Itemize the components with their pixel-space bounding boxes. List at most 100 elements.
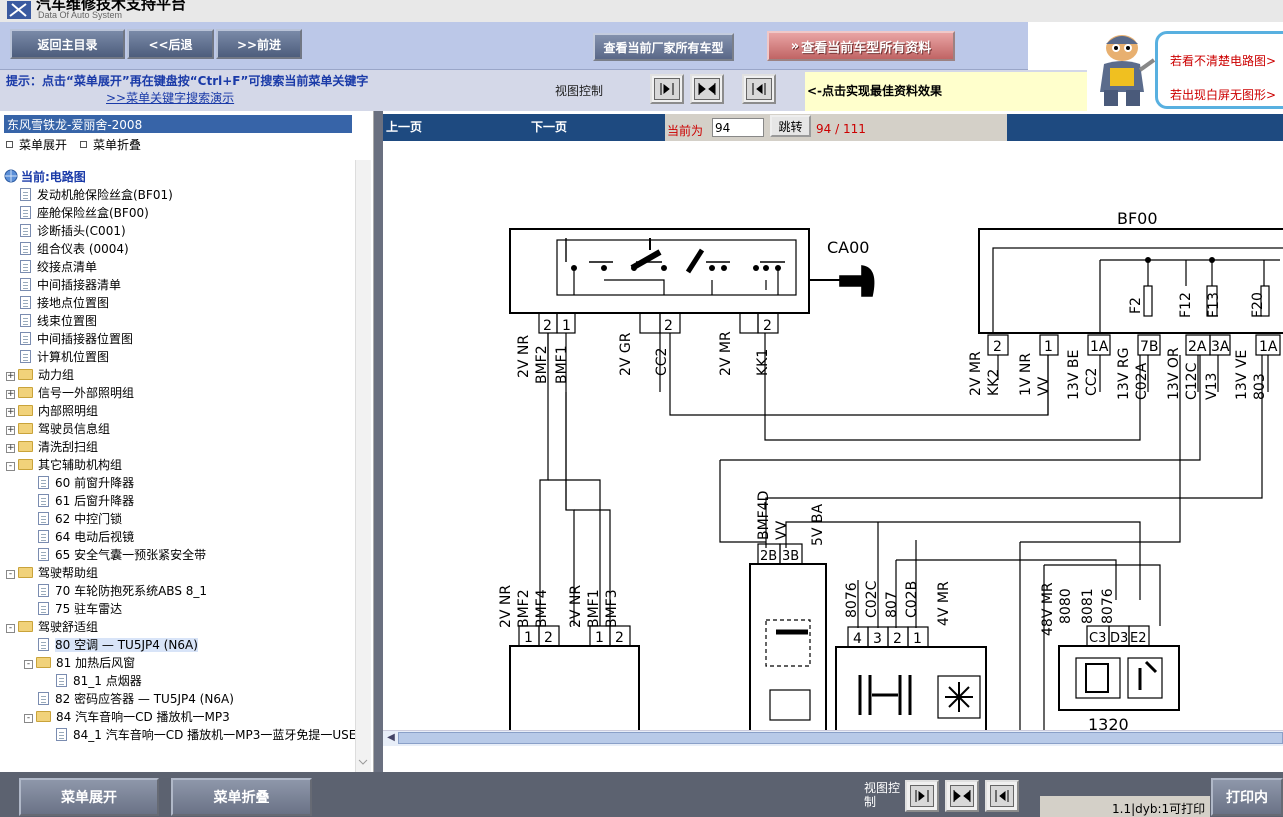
collapse-icon[interactable]: - [6,570,15,579]
wire-label: CC2 [654,348,670,376]
print-status: 1.1|dyb:1可打印 [1112,802,1206,816]
forward-button[interactable]: >>前进 [216,29,302,59]
vehicle-title: 东风雪铁龙-爱丽舍-2008 [4,115,352,133]
wire-label: 13V BE [1066,350,1082,400]
view-fit-right-button[interactable] [650,74,684,104]
pin-label: 2 [543,318,552,334]
tree-folder[interactable]: + 内部照明组 [6,402,98,420]
all-makers-button[interactable]: 查看当前厂家所有车型 [593,33,734,61]
hscroll-thumb[interactable] [398,732,1283,744]
tree-item[interactable]: 82 密码应答器 — TU5JP4 (N6A) [38,690,234,708]
expand-icon[interactable]: + [6,372,15,381]
tree-item-label: 动力组 [38,368,75,382]
wire-label: BMF4 [534,589,550,628]
collapse-icon[interactable]: - [6,462,15,471]
blank-screen-link[interactable]: 若出现白屏无图形> [1170,86,1276,103]
sidebar-scrollbar[interactable] [355,160,371,772]
tree-item-label: 座舱保险丝盒(BF00) [37,206,149,220]
wire-label: 2V MR [718,331,734,376]
pin-label: 1A [1259,339,1278,355]
tree-folder[interactable]: + 清洗刮扫组 [6,438,98,456]
wiring-diagram[interactable]: CA00 2 1 2 2 2V NR BMF2 BMF1 2V GR CC2 2… [383,142,1283,730]
tree-item[interactable]: 60 前窗升降器 [38,474,134,492]
document-icon [20,224,31,237]
wrench-logo-icon [7,1,31,19]
expand-icon[interactable]: + [6,390,15,399]
bottom-collapse-button[interactable]: 菜单折叠 [171,778,312,816]
wire-label: 8076 [844,582,860,618]
print-button[interactable]: 打印内 [1211,778,1283,816]
page-number-input[interactable] [712,118,764,137]
bottom-expand-button[interactable]: 菜单展开 [19,778,159,816]
all-model-data-button[interactable]: » 查看当前车型所有资料 [767,31,955,61]
folder-icon [18,459,33,470]
tree-item[interactable]: 61 后窗升降器 [38,492,134,510]
tree-item[interactable]: 81_1 点烟器 [56,672,142,690]
tree-folder[interactable]: - 驾驶舒适组 [6,618,98,636]
tree-item-label: 61 后窗升降器 [55,494,135,508]
tree-folder[interactable]: + 信号一外部照明组 [6,384,134,402]
wire-label: BMF1 [586,589,602,628]
tree-folder[interactable]: - 84 汽车音响一CD 播放机一MP3 [24,708,230,726]
tree-item[interactable]: 计算机位置图 [20,348,109,366]
view-fit-left-button[interactable] [742,74,776,104]
fit-right-icon [915,790,929,802]
tree-item[interactable]: 接地点位置图 [20,294,109,312]
wire-label: BMF4D [756,491,772,540]
tree-current[interactable]: 当前:电路图 [4,168,86,186]
tree-item-label: 65 安全气囊一预张紧安全带 [55,548,207,562]
tree-item-label: 计算机位置图 [37,350,110,364]
tree-item[interactable]: 70 车轮防抱死系统ABS 8_1 [38,582,207,600]
tree-item[interactable]: 诊断插头(C001) [20,222,126,240]
tree-item[interactable]: 线束位置图 [20,312,97,330]
home-button[interactable]: 返回主目录 [10,29,125,59]
scroll-left-icon[interactable]: ◀ [385,732,397,744]
tree-folder[interactable]: - 81 加热后风窗 [24,654,135,672]
search-demo-link[interactable]: >>菜单关键字搜索演示 [106,89,234,106]
tree-item[interactable]: 75 驻车雷达 [38,600,122,618]
wire-label: 807 [884,591,900,618]
prev-page-link[interactable]: 上一页 [386,118,422,135]
view-fit-both-button[interactable] [690,74,724,104]
expand-icon[interactable]: + [6,444,15,453]
expand-icon[interactable]: + [6,408,15,417]
sidebar-collapse-link[interactable]: 菜单折叠 [80,136,141,153]
bottom-view-fit-right-button[interactable] [905,780,939,812]
tree-item-label: 接地点位置图 [37,296,110,310]
folder-icon [18,423,33,434]
tree-item[interactable]: 62 中控门锁 [38,510,122,528]
expand-icon[interactable]: + [6,426,15,435]
unclear-diagram-link[interactable]: 若看不清楚电路图> [1170,52,1276,69]
next-page-link[interactable]: 下一页 [531,118,567,135]
wire-label: 803 [1252,373,1268,400]
tree-item[interactable]: 65 安全气囊一预张紧安全带 [38,546,206,564]
tree-item[interactable]: 84_1 汽车音响一CD 播放机一MP3一蓝牙免提一USE [56,726,356,744]
tree-folder[interactable]: - 驾驶帮助组 [6,564,98,582]
wire-label: 48V MR [1040,582,1056,636]
collapse-icon[interactable]: - [6,624,15,633]
document-icon [38,494,49,507]
wire-label: 5V BA [810,503,826,546]
tree-item[interactable]: 组合仪表 (0004) [20,240,129,258]
pin-label: 2A [1188,339,1207,355]
tree-item[interactable]: 中间插接器清单 [20,276,121,294]
tree-item[interactable]: 绞接点清单 [20,258,97,276]
bottom-view-fit-left-button[interactable] [985,780,1019,812]
collapse-icon[interactable]: - [24,714,33,723]
wire-label: VV [1036,376,1052,396]
fit-both-icon [698,83,716,95]
tree-item[interactable]: 80 空调 — TU5JP4 (N6A) [38,636,198,654]
jump-button[interactable]: 跳转 [770,115,811,137]
tree-item[interactable]: 中间插接器位置图 [20,330,133,348]
sidebar-expand-link[interactable]: 菜单展开 [6,136,67,153]
tree-item[interactable]: 发动机舱保险丝盒(BF01) [20,186,173,204]
back-button[interactable]: <<后退 [127,29,214,59]
tree-folder[interactable]: - 其它辅助机构组 [6,456,122,474]
collapse-icon[interactable]: - [24,660,33,669]
tree-item[interactable]: 64 电动后视镜 [38,528,134,546]
tree-folder[interactable]: + 动力组 [6,366,74,384]
tree-item[interactable]: 座舱保险丝盒(BF00) [20,204,149,222]
bottom-view-fit-both-button[interactable] [945,780,979,812]
panel-splitter[interactable] [374,111,383,772]
tree-folder[interactable]: + 驾驶员信息组 [6,420,110,438]
